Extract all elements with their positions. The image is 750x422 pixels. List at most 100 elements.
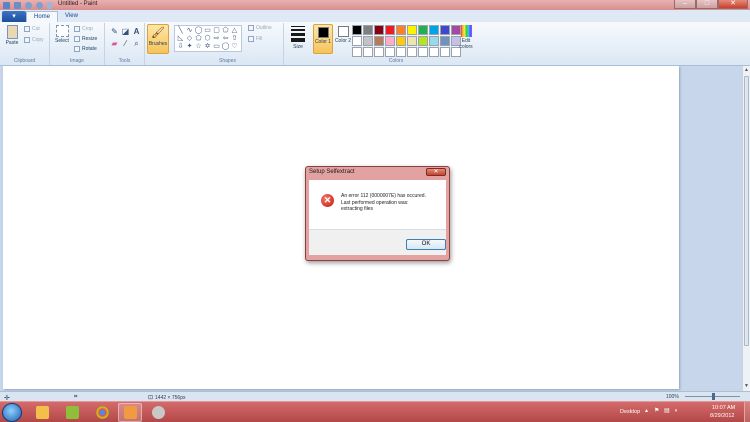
palette-swatch[interactable] — [352, 25, 362, 35]
vertical-scrollbar[interactable]: ▲ ▼ — [742, 66, 750, 391]
left-arrow-shape-icon[interactable]: ⇦ — [221, 35, 230, 43]
palette-swatch[interactable] — [418, 25, 428, 35]
palette-swatch[interactable] — [374, 47, 384, 57]
start-button[interactable] — [2, 403, 22, 422]
triangle-shape-icon[interactable]: △ — [230, 27, 239, 35]
scrollbar-thumb[interactable] — [744, 76, 749, 346]
callout-oval-shape-icon[interactable]: ◯ — [221, 43, 230, 51]
palette-swatch[interactable] — [418, 47, 428, 57]
five-point-star-shape-icon[interactable]: ☆ — [194, 43, 203, 51]
copy-button[interactable]: Copy — [24, 37, 44, 43]
paint-app-icon[interactable] — [3, 1, 10, 9]
select-button[interactable]: Select — [52, 25, 72, 44]
zoom-slider-thumb[interactable] — [712, 393, 715, 400]
tab-view[interactable]: View — [58, 11, 85, 22]
ok-button[interactable]: OK — [406, 239, 446, 250]
pentagon-shape-icon[interactable]: ⬠ — [194, 35, 203, 43]
line-shape-icon[interactable]: ╲ — [176, 27, 185, 35]
redo-icon[interactable] — [36, 1, 43, 9]
palette-swatch[interactable] — [418, 36, 428, 46]
desktop-toolbar-label[interactable]: Desktop — [620, 409, 640, 415]
customize-quick-access-icon[interactable] — [47, 1, 52, 9]
palette-swatch[interactable] — [396, 36, 406, 46]
network-icon[interactable]: ▤ — [664, 408, 670, 414]
right-triangle-shape-icon[interactable]: ◺ — [176, 35, 185, 43]
palette-swatch[interactable] — [396, 25, 406, 35]
palette-swatch[interactable] — [385, 25, 395, 35]
rotate-button[interactable]: Rotate — [74, 46, 97, 52]
rounded-rectangle-shape-icon[interactable]: ▢ — [212, 27, 221, 35]
magnifier-icon[interactable]: ⌕ — [132, 39, 141, 48]
palette-swatch[interactable] — [352, 47, 362, 57]
outline-button[interactable]: Outline — [248, 25, 272, 31]
rectangle-shape-icon[interactable]: ▭ — [203, 27, 212, 35]
paint-menu-button[interactable]: ▾ — [2, 11, 26, 22]
palette-swatch[interactable] — [374, 25, 384, 35]
palette-swatch[interactable] — [429, 25, 439, 35]
palette-swatch[interactable] — [429, 36, 439, 46]
palette-swatch[interactable] — [396, 47, 406, 57]
four-point-star-shape-icon[interactable]: ✦ — [185, 43, 194, 51]
show-desktop-button[interactable] — [744, 402, 750, 422]
palette-swatch[interactable] — [440, 36, 450, 46]
palette-swatch[interactable] — [385, 47, 395, 57]
shapes-gallery[interactable]: ╲ ∿ ◯ ▭ ▢ ⬠ △ ◺ ◇ ⬠ ⬡ ⇨ ⇦ ⇧ ⇩ ✦ ☆ ✡ ▭ ◯ … — [174, 25, 242, 52]
palette-swatch[interactable] — [374, 36, 384, 46]
palette-swatch[interactable] — [352, 36, 362, 46]
hexagon-shape-icon[interactable]: ⬡ — [203, 35, 212, 43]
fill-bucket-icon[interactable]: ◪ — [121, 27, 130, 36]
right-arrow-shape-icon[interactable]: ⇨ — [212, 35, 221, 43]
taskbar-app-2[interactable] — [60, 403, 84, 422]
palette-swatch[interactable] — [407, 25, 417, 35]
close-button[interactable]: ✕ — [718, 0, 748, 9]
heart-shape-icon[interactable]: ♡ — [230, 43, 239, 51]
diamond-shape-icon[interactable]: ◇ — [185, 35, 194, 43]
size-button[interactable]: Size — [289, 24, 307, 50]
taskbar-paint[interactable] — [118, 403, 142, 422]
oval-shape-icon[interactable]: ◯ — [194, 27, 203, 35]
cut-button[interactable]: Cut — [24, 26, 40, 32]
clock-time[interactable]: 10:07 AM — [712, 405, 735, 411]
color2-button[interactable]: Color 2 — [333, 24, 353, 54]
color1-button[interactable]: Color 1 — [313, 24, 333, 54]
undo-icon[interactable] — [25, 1, 32, 9]
dialog-close-button[interactable]: ✕ — [426, 168, 446, 176]
zoom-slider[interactable] — [685, 393, 740, 400]
crop-button[interactable]: Crop — [74, 26, 93, 32]
edit-colors-button[interactable]: Edit colors — [456, 24, 476, 50]
up-arrow-shape-icon[interactable]: ⇧ — [230, 35, 239, 43]
brushes-button[interactable]: 🖌 Brushes — [147, 24, 169, 54]
fill-button[interactable]: Fill — [248, 36, 262, 42]
color-picker-icon[interactable]: ⁄ — [121, 39, 130, 48]
paste-button[interactable]: Paste — [3, 25, 21, 46]
tab-home[interactable]: Home — [26, 11, 59, 22]
maximize-button[interactable]: □ — [696, 0, 718, 9]
palette-swatch[interactable] — [429, 47, 439, 57]
taskbar-chrome[interactable] — [90, 403, 114, 422]
polygon-shape-icon[interactable]: ⬠ — [221, 27, 230, 35]
palette-swatch[interactable] — [385, 36, 395, 46]
taskbar-explorer[interactable] — [30, 403, 54, 422]
save-icon[interactable] — [14, 1, 21, 9]
palette-swatch[interactable] — [363, 47, 373, 57]
curve-shape-icon[interactable]: ∿ — [185, 27, 194, 35]
palette-swatch[interactable] — [440, 47, 450, 57]
scroll-up-arrow-icon[interactable]: ▲ — [743, 67, 750, 74]
clock-date[interactable]: 8/29/2012 — [710, 413, 734, 419]
pencil-icon[interactable]: ✎ — [110, 27, 119, 36]
resize-button[interactable]: Resize — [74, 36, 97, 42]
palette-swatch[interactable] — [363, 25, 373, 35]
flag-icon[interactable]: ⚑ — [654, 408, 660, 414]
palette-swatch[interactable] — [363, 36, 373, 46]
eraser-icon[interactable]: ▰ — [110, 39, 119, 48]
show-hidden-icons-icon[interactable]: ▴ — [645, 408, 651, 414]
down-arrow-shape-icon[interactable]: ⇩ — [176, 43, 185, 51]
palette-swatch[interactable] — [407, 47, 417, 57]
minimize-button[interactable]: – — [674, 0, 696, 9]
palette-swatch[interactable] — [440, 25, 450, 35]
text-icon[interactable]: A — [132, 27, 141, 36]
taskbar-setup[interactable] — [146, 403, 170, 422]
callout-rect-shape-icon[interactable]: ▭ — [212, 43, 221, 51]
scroll-down-arrow-icon[interactable]: ▼ — [743, 383, 750, 390]
palette-swatch[interactable] — [407, 36, 417, 46]
